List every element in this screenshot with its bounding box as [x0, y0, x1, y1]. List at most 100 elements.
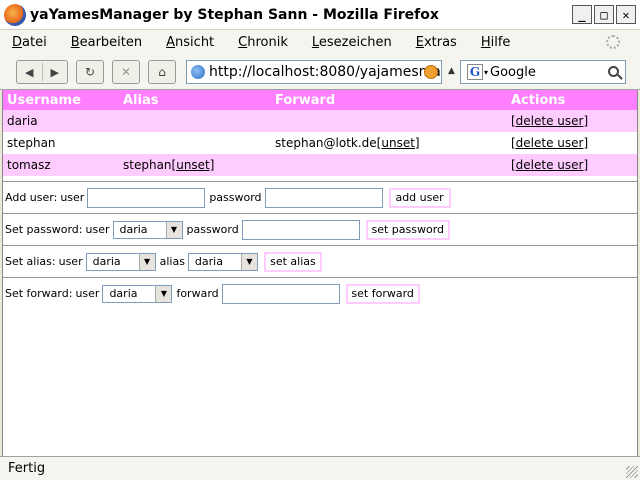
menu-bar: Datei Bearbeiten Ansicht Chronik Lesezei…: [0, 30, 640, 54]
window-controls: _ □ ✕: [572, 5, 636, 24]
add-user-form: Add user: user password add user: [3, 181, 637, 213]
set-forward-label: Set forward:: [5, 287, 73, 300]
cell-forward: stephan@lotk.de[unset]: [271, 132, 507, 154]
set-alias-alias-label: alias: [159, 255, 185, 268]
cell-actions: [delete user]: [507, 132, 637, 154]
url-text: http://localhost:8080/yajamesmar: [209, 64, 442, 80]
set-password-user-selected: daria: [119, 223, 148, 236]
window-titlebar[interactable]: yaYamesManager by Stephan Sann - Mozilla…: [0, 0, 640, 30]
table-row: daria [delete user]: [3, 110, 637, 132]
status-text: Fertig: [8, 461, 46, 476]
unset-alias-link[interactable]: [unset]: [172, 158, 215, 172]
add-user-password-input[interactable]: [264, 187, 383, 208]
add-user-user-label: user: [60, 191, 85, 204]
stop-button[interactable]: ✕: [112, 60, 140, 84]
forward-value: stephan@lotk.de: [275, 136, 377, 150]
chevron-down-icon: ▼: [240, 253, 257, 270]
unset-forward-link[interactable]: [unset]: [377, 136, 420, 150]
set-password-label: Set password:: [5, 223, 83, 236]
table-row: stephan stephan@lotk.de[unset] [delete u…: [3, 132, 637, 154]
forward-button[interactable]: ▶: [42, 66, 67, 79]
table-row: tomasz stephan[unset] [delete user]: [3, 154, 637, 176]
set-password-user-label: user: [85, 223, 110, 236]
site-favicon-icon: [191, 65, 205, 79]
search-input[interactable]: Google: [490, 65, 536, 80]
menu-lesezeichen[interactable]: Lesezeichen: [308, 35, 396, 50]
search-bar[interactable]: G ▾ Google: [460, 60, 626, 84]
chevron-down-icon: ▼: [155, 285, 172, 302]
add-user-username-input[interactable]: [87, 187, 206, 208]
reload-button[interactable]: ↻: [76, 60, 104, 84]
delete-user-link[interactable]: [delete user]: [511, 136, 588, 150]
set-alias-alias-selected: daria: [194, 255, 223, 268]
alias-value: stephan: [123, 158, 172, 172]
throbber-icon: [606, 35, 620, 49]
status-bar: Fertig: [0, 456, 640, 480]
set-password-password-input[interactable]: [241, 219, 360, 240]
menu-extras[interactable]: Extras: [412, 35, 461, 50]
set-alias-alias-select[interactable]: daria ▼: [187, 252, 258, 271]
maximize-button[interactable]: □: [594, 5, 614, 24]
header-alias: Alias: [119, 90, 271, 110]
url-bar[interactable]: http://localhost:8080/yajamesmar: [186, 60, 442, 84]
set-forward-user-select[interactable]: daria ▼: [102, 284, 173, 303]
search-icon[interactable]: [608, 66, 619, 77]
set-alias-button[interactable]: set alias: [263, 251, 322, 272]
cell-username: stephan: [3, 132, 119, 154]
set-alias-label: Set alias:: [5, 255, 56, 268]
chevron-down-icon: ▼: [138, 253, 155, 270]
url-history-dropdown-icon[interactable]: ▲: [448, 66, 455, 76]
set-password-button[interactable]: set password: [365, 219, 450, 240]
search-engine-dropdown-icon[interactable]: ▾: [484, 68, 488, 77]
menu-datei[interactable]: Datei: [8, 35, 51, 50]
menu-bearbeiten[interactable]: Bearbeiten: [67, 35, 146, 50]
cell-username: tomasz: [3, 154, 119, 176]
set-alias-user-select[interactable]: daria ▼: [85, 252, 156, 271]
cell-actions: [delete user]: [507, 154, 637, 176]
cell-alias: [119, 132, 271, 154]
delete-user-link[interactable]: [delete user]: [511, 158, 588, 172]
set-alias-user-selected: daria: [92, 255, 121, 268]
header-username: Username: [3, 90, 119, 110]
back-forward-group: ◀ ▶: [16, 60, 68, 84]
set-password-password-label: password: [186, 223, 239, 236]
cell-forward: [271, 110, 507, 132]
minimize-button[interactable]: _: [572, 5, 592, 24]
set-password-form: Set password: user daria ▼ password set …: [3, 213, 637, 245]
table-header-row: Username Alias Forward Actions: [3, 90, 637, 110]
menu-chronik[interactable]: Chronik: [234, 35, 292, 50]
add-user-password-label: password: [209, 191, 262, 204]
navigation-toolbar: ◀ ▶ ↻ ✕ ⌂ http://localhost:8080/yajamesm…: [0, 54, 640, 90]
set-forward-user-label: user: [75, 287, 100, 300]
set-alias-form: Set alias: user daria ▼ alias daria ▼ se…: [3, 245, 637, 277]
add-user-button[interactable]: add user: [388, 187, 451, 208]
header-forward: Forward: [271, 90, 507, 110]
delete-user-link[interactable]: [delete user]: [511, 114, 588, 128]
cell-actions: [delete user]: [507, 110, 637, 132]
header-actions: Actions: [507, 90, 637, 110]
google-engine-icon[interactable]: G: [467, 64, 483, 80]
set-password-user-select[interactable]: daria ▼: [112, 220, 183, 239]
window-title: yaYamesManager by Stephan Sann - Mozilla…: [30, 6, 439, 23]
rss-feed-icon[interactable]: [424, 65, 438, 79]
home-button[interactable]: ⌂: [148, 60, 176, 84]
set-forward-forward-label: forward: [176, 287, 219, 300]
set-forward-forward-input[interactable]: [221, 283, 340, 304]
chevron-down-icon: ▼: [165, 221, 182, 238]
set-alias-user-label: user: [58, 255, 83, 268]
close-button[interactable]: ✕: [616, 5, 636, 24]
firefox-logo-icon: [4, 3, 26, 26]
back-button[interactable]: ◀: [17, 66, 42, 79]
set-forward-button[interactable]: set forward: [345, 283, 420, 304]
set-forward-user-selected: daria: [109, 287, 138, 300]
page-content: Username Alias Forward Actions daria [de…: [2, 90, 638, 456]
menu-ansicht[interactable]: Ansicht: [162, 35, 218, 50]
add-user-label: Add user:: [5, 191, 58, 204]
cell-alias: stephan[unset]: [119, 154, 271, 176]
resize-grip-icon[interactable]: [626, 466, 638, 478]
cell-username: daria: [3, 110, 119, 132]
set-forward-form: Set forward: user daria ▼ forward set fo…: [3, 277, 637, 309]
cell-alias: [119, 110, 271, 132]
menu-hilfe[interactable]: Hilfe: [477, 35, 515, 50]
cell-forward: [271, 154, 507, 176]
